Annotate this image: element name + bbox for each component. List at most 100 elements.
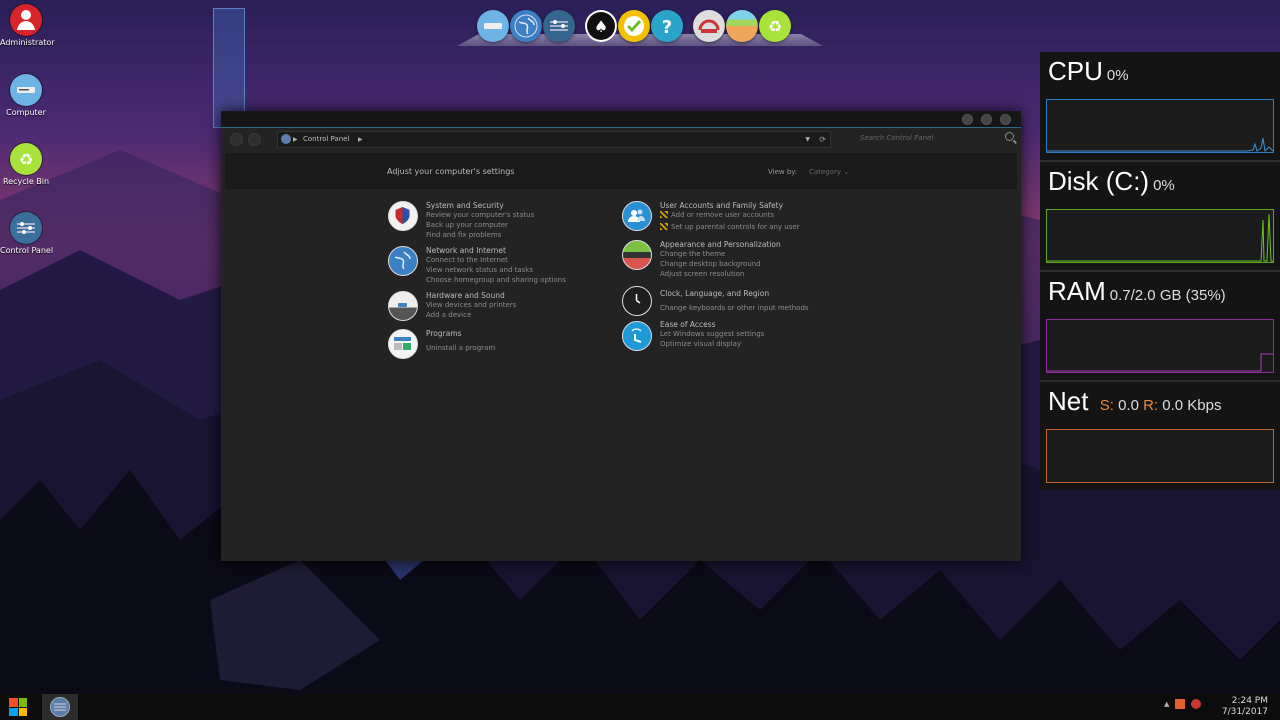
clock-icon[interactable] bbox=[622, 286, 652, 316]
desktop-icon-label: Administrator bbox=[0, 38, 55, 47]
control-panel-window: ▶ Control Panel ▶ ▼ ⟳ Search Control Pan… bbox=[221, 111, 1021, 561]
task-link[interactable]: Change desktop background bbox=[660, 260, 761, 268]
dock-recycle-icon[interactable]: ♻ bbox=[759, 10, 791, 42]
tray-app-icon[interactable] bbox=[1175, 699, 1186, 709]
address-row: ▶ Control Panel ▶ ▼ ⟳ Search Control Pan… bbox=[221, 131, 1021, 148]
dock-computer-icon[interactable] bbox=[477, 10, 509, 42]
ease-of-access-icon[interactable] bbox=[622, 321, 652, 351]
disk-widget: Disk (C:) 0% bbox=[1040, 162, 1280, 272]
performance-monitor-gadget: CPU 0% Disk (C:) 0% RAM 0.7/2.0 GB (35%) Ne… bbox=[1040, 52, 1280, 490]
task-link[interactable]: Adjust screen resolution bbox=[660, 270, 744, 278]
search-placeholder: Search Control Panel bbox=[860, 134, 934, 142]
address-bar[interactable]: ▶ Control Panel ▶ ▼ ⟳ bbox=[277, 131, 831, 148]
breadcrumb[interactable]: Control Panel bbox=[303, 132, 349, 147]
disk-label: Disk (C:) bbox=[1048, 166, 1150, 196]
ram-value: 0.7/2.0 GB (35%) bbox=[1109, 287, 1226, 304]
dock-control-panel-icon[interactable] bbox=[543, 10, 575, 42]
page-title: Adjust your computer's settings bbox=[387, 167, 515, 176]
task-link[interactable]: View network status and tasks bbox=[426, 266, 533, 274]
dock-gauge-icon[interactable] bbox=[693, 10, 725, 42]
taskbar-control-panel-button[interactable] bbox=[42, 694, 78, 720]
task-link[interactable]: Add a device bbox=[426, 311, 471, 319]
task-link-text: Add or remove user accounts bbox=[671, 211, 774, 219]
taskbar-clock[interactable]: 2:24 PM 7/31/2017 bbox=[1222, 696, 1268, 718]
view-by-value: Category bbox=[809, 168, 841, 176]
search-input[interactable]: Search Control Panel bbox=[855, 131, 1017, 146]
net-send-label: S: bbox=[1099, 397, 1114, 414]
category-title-link[interactable]: Appearance and Personalization bbox=[660, 240, 781, 249]
net-send-value: 0.0 bbox=[1118, 397, 1139, 414]
close-button[interactable] bbox=[1000, 114, 1011, 125]
clock-date: 7/31/2017 bbox=[1221, 707, 1268, 717]
svg-text:♻: ♻ bbox=[19, 150, 33, 169]
task-link[interactable]: Find and fix problems bbox=[426, 231, 501, 239]
dock-checkmark-icon[interactable] bbox=[618, 10, 650, 42]
recycle-bin-icon: ♻ bbox=[10, 143, 42, 175]
window-titlebar bbox=[221, 111, 1021, 128]
selection-rectangle bbox=[213, 8, 245, 128]
net-title: Net S: 0.0 R: 0.0 Kbps bbox=[1048, 386, 1221, 417]
task-link[interactable]: Back up your computer bbox=[426, 221, 508, 229]
ram-widget: RAM 0.7/2.0 GB (35%) bbox=[1040, 272, 1280, 382]
programs-icon[interactable] bbox=[388, 329, 418, 359]
task-link[interactable]: Let Windows suggest settings bbox=[660, 330, 764, 338]
svg-text:?: ? bbox=[662, 17, 672, 38]
desktop-icon-control-panel[interactable]: Control Panel bbox=[0, 208, 53, 255]
search-icon[interactable] bbox=[1005, 132, 1014, 141]
refresh-icon[interactable]: ⟳ bbox=[819, 132, 826, 147]
dock-spade-icon[interactable]: ♠ bbox=[585, 10, 617, 42]
category-title-link[interactable]: Ease of Access bbox=[660, 320, 716, 329]
dock: ♠ ? ♻ bbox=[457, 6, 823, 46]
category-title-link[interactable]: User Accounts and Family Safety bbox=[660, 201, 783, 210]
breadcrumb-arrow-icon[interactable]: ▶ bbox=[358, 132, 363, 147]
chevron-down-icon[interactable]: ▼ bbox=[805, 132, 810, 147]
breadcrumb-arrow-icon[interactable]: ▶ bbox=[293, 132, 298, 147]
maximize-button[interactable] bbox=[981, 114, 992, 125]
uac-shield-icon bbox=[660, 211, 668, 218]
printer-icon[interactable] bbox=[388, 291, 418, 321]
forward-button[interactable] bbox=[248, 133, 261, 146]
cpu-graph bbox=[1046, 99, 1274, 153]
category-title-link[interactable]: Hardware and Sound bbox=[426, 291, 505, 300]
minimize-button[interactable] bbox=[962, 114, 973, 125]
dock-globe-icon[interactable] bbox=[510, 10, 542, 42]
show-hidden-icons-icon[interactable]: ▲ bbox=[1164, 700, 1169, 708]
control-panel-icon bbox=[50, 697, 70, 717]
disk-value: 0% bbox=[1153, 177, 1175, 194]
task-link[interactable]: Set up parental controls for any user bbox=[660, 223, 800, 231]
clock-time: 2:24 PM bbox=[1231, 696, 1268, 706]
net-widget: Net S: 0.0 R: 0.0 Kbps bbox=[1040, 382, 1280, 490]
shield-icon[interactable] bbox=[388, 201, 418, 231]
task-link[interactable]: Optimize visual display bbox=[660, 340, 741, 348]
desktop-icon-computer[interactable]: Computer bbox=[0, 70, 52, 117]
task-link[interactable]: Connect to the Internet bbox=[426, 256, 508, 264]
system-tray: ▲ bbox=[1164, 699, 1202, 709]
dock-help-icon[interactable]: ? bbox=[651, 10, 683, 42]
desktop-icon-recycle-bin[interactable]: ♻ Recycle Bin bbox=[0, 139, 52, 186]
users-icon[interactable] bbox=[622, 201, 652, 231]
task-link[interactable]: Change keyboards or other input methods bbox=[660, 304, 809, 312]
chevron-down-icon: ⌄ bbox=[843, 168, 850, 176]
task-link[interactable]: Review your computer's status bbox=[426, 211, 534, 219]
back-button[interactable] bbox=[230, 133, 243, 146]
user-icon bbox=[10, 4, 42, 36]
task-link[interactable]: Uninstall a program bbox=[426, 344, 495, 352]
globe-icon[interactable] bbox=[388, 246, 418, 276]
dock-appearance-icon[interactable] bbox=[726, 10, 758, 42]
desktop-icon-administrator[interactable]: Administrator bbox=[0, 0, 55, 47]
task-link[interactable]: View devices and printers bbox=[426, 301, 516, 309]
view-by-select[interactable]: Category ⌄ bbox=[809, 168, 849, 176]
net-recv-value: 0.0 Kbps bbox=[1162, 397, 1222, 414]
tray-volume-icon[interactable] bbox=[1191, 699, 1202, 709]
task-link[interactable]: Choose homegroup and sharing options bbox=[426, 276, 566, 284]
category-title-link[interactable]: Clock, Language, and Region bbox=[660, 289, 769, 298]
net-recv-label: R: bbox=[1143, 397, 1159, 414]
desktop-icon-label: Recycle Bin bbox=[2, 177, 50, 186]
category-title-link[interactable]: Programs bbox=[426, 329, 462, 338]
category-title-link[interactable]: System and Security bbox=[426, 201, 504, 210]
task-link[interactable]: Add or remove user accounts bbox=[660, 211, 774, 219]
appearance-icon[interactable] bbox=[622, 240, 652, 270]
start-button[interactable] bbox=[9, 698, 27, 716]
category-title-link[interactable]: Network and Internet bbox=[426, 246, 506, 255]
task-link[interactable]: Change the theme bbox=[660, 250, 725, 258]
